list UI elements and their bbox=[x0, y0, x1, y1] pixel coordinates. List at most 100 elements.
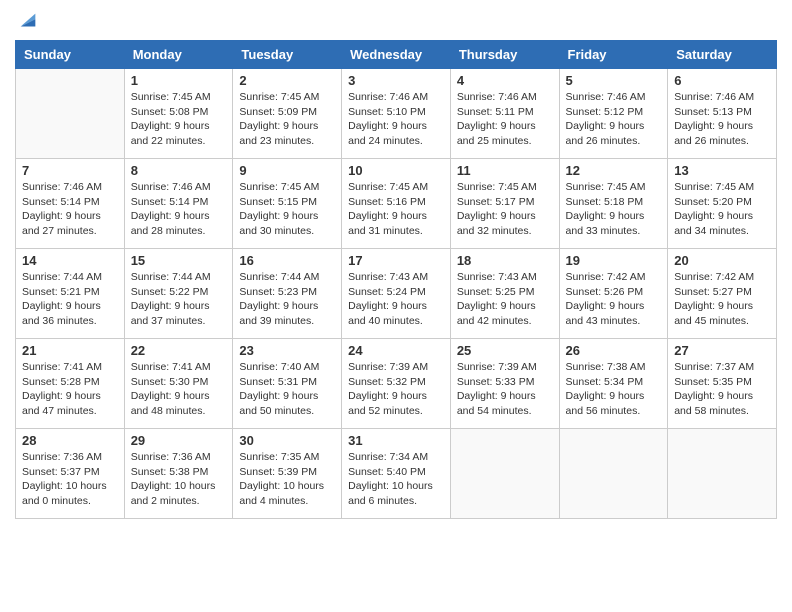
sunset-text: Sunset: 5:38 PM bbox=[131, 466, 209, 478]
calendar-cell bbox=[559, 429, 668, 519]
sunrise-text: Sunrise: 7:39 AM bbox=[457, 361, 537, 373]
day-number: 21 bbox=[22, 343, 118, 358]
calendar-week-row: 7Sunrise: 7:46 AMSunset: 5:14 PMDaylight… bbox=[16, 159, 777, 249]
sunrise-text: Sunrise: 7:36 AM bbox=[131, 451, 211, 463]
day-number: 14 bbox=[22, 253, 118, 268]
daylight-text: Daylight: 9 hours and 23 minutes. bbox=[239, 120, 318, 147]
sunrise-text: Sunrise: 7:46 AM bbox=[348, 91, 428, 103]
sunset-text: Sunset: 5:24 PM bbox=[348, 286, 426, 298]
day-info: Sunrise: 7:40 AM Sunset: 5:31 PM Daylight:… bbox=[239, 360, 335, 419]
sunrise-text: Sunrise: 7:44 AM bbox=[131, 271, 211, 283]
sunset-text: Sunset: 5:28 PM bbox=[22, 376, 100, 388]
day-number: 8 bbox=[131, 163, 227, 178]
calendar-cell: 3Sunrise: 7:46 AMSunset: 5:10 PMDaylight… bbox=[342, 69, 451, 159]
daylight-text: Daylight: 9 hours and 43 minutes. bbox=[566, 300, 645, 327]
day-info: Sunrise: 7:46 AMSunset: 5:13 PMDaylight:… bbox=[674, 90, 770, 149]
sunset-text: Sunset: 5:25 PM bbox=[457, 286, 535, 298]
daylight-text: Daylight: 9 hours and 37 minutes. bbox=[131, 300, 210, 327]
sunset-text: Sunset: 5:12 PM bbox=[566, 106, 644, 118]
day-info: Sunrise: 7:45 AMSunset: 5:18 PMDaylight:… bbox=[566, 180, 662, 239]
calendar-cell bbox=[16, 69, 125, 159]
day-number: 31 bbox=[348, 433, 444, 448]
calendar-cell: 29Sunrise: 7:36 AMSunset: 5:38 PMDayligh… bbox=[124, 429, 233, 519]
day-info: Sunrise: 7:42 AMSunset: 5:26 PMDaylight:… bbox=[566, 270, 662, 329]
day-info: Sunrise: 7:43 AMSunset: 5:25 PMDaylight:… bbox=[457, 270, 553, 329]
day-number: 28 bbox=[22, 433, 118, 448]
daylight-text: Daylight: 9 hours and 22 minutes. bbox=[131, 120, 210, 147]
daylight-text: Daylight: 9 hours and 45 minutes. bbox=[674, 300, 753, 327]
day-info: Sunrise: 7:44 AM Sunset: 5:21 PM Daylight:… bbox=[22, 270, 118, 329]
sunset-text: Sunset: 5:09 PM bbox=[239, 106, 317, 118]
calendar-cell: 9Sunrise: 7:45 AMSunset: 5:15 PMDaylight… bbox=[233, 159, 342, 249]
day-number: 29 bbox=[131, 433, 227, 448]
day-number: 26 bbox=[566, 343, 662, 358]
daylight-text: Daylight: 9 hours and 25 minutes. bbox=[457, 120, 536, 147]
calendar-table: SundayMondayTuesdayWednesdayThursdayFrid… bbox=[15, 40, 777, 519]
day-number: 3 bbox=[348, 73, 444, 88]
sunset-text: Sunset: 5:13 PM bbox=[674, 106, 752, 118]
weekday-header-wednesday: Wednesday bbox=[342, 41, 451, 69]
sunset-text: Sunset: 5:21 PM bbox=[22, 286, 100, 298]
page-header bbox=[15, 10, 777, 32]
sunrise-text: Sunrise: 7:46 AM bbox=[457, 91, 537, 103]
day-number: 9 bbox=[239, 163, 335, 178]
sunset-text: Sunset: 5:15 PM bbox=[239, 196, 317, 208]
calendar-cell: 23 Sunrise: 7:40 AM Sunset: 5:31 PM Dayligh… bbox=[233, 339, 342, 429]
sunset-text: Sunset: 5:14 PM bbox=[131, 196, 209, 208]
calendar-cell: 30Sunrise: 7:35 AMSunset: 5:39 PMDayligh… bbox=[233, 429, 342, 519]
calendar-week-row: 21 Sunrise: 7:41 AMSunset: 5:28 PMDayligh… bbox=[16, 339, 777, 429]
sunset-text: Sunset: 5:16 PM bbox=[348, 196, 426, 208]
sunset-text: Sunset: 5:14 PM bbox=[22, 196, 100, 208]
sunset-text: Sunset: 5:10 PM bbox=[348, 106, 426, 118]
calendar-cell: 8Sunrise: 7:46 AMSunset: 5:14 PMDaylight… bbox=[124, 159, 233, 249]
calendar-cell bbox=[450, 429, 559, 519]
day-number: 19 bbox=[566, 253, 662, 268]
daylight-text: Daylight: 9 hours and 34 minutes. bbox=[674, 210, 753, 237]
calendar-week-row: 28Sunrise: 7:36 AMSunset: 5:37 PMDayligh… bbox=[16, 429, 777, 519]
daylight-text: Daylight: 9 hours and 32 minutes. bbox=[457, 210, 536, 237]
day-info: Sunrise: 7:42 AMSunset: 5:27 PMDaylight:… bbox=[674, 270, 770, 329]
calendar-cell: 7Sunrise: 7:46 AMSunset: 5:14 PMDaylight… bbox=[16, 159, 125, 249]
day-number: 25 bbox=[457, 343, 553, 358]
weekday-header-friday: Friday bbox=[559, 41, 668, 69]
day-info: Sunrise: 7:45 AMSunset: 5:16 PMDaylight:… bbox=[348, 180, 444, 239]
daylight-text: Daylight: 10 hours and 4 minutes. bbox=[239, 480, 324, 507]
sunset-text: Sunset: 5:31 PM bbox=[239, 376, 317, 388]
sunset-text: Sunset: 5:11 PM bbox=[457, 106, 534, 118]
day-number: 5 bbox=[566, 73, 662, 88]
day-number: 17 bbox=[348, 253, 444, 268]
weekday-header-monday: Monday bbox=[124, 41, 233, 69]
day-info: Sunrise: 7:44 AMSunset: 5:23 PMDaylight:… bbox=[239, 270, 335, 329]
daylight-text: Daylight: 9 hours and 36 minutes. bbox=[22, 300, 101, 327]
sunrise-text: Sunrise: 7:45 AM bbox=[457, 181, 537, 193]
calendar-cell: 5Sunrise: 7:46 AMSunset: 5:12 PMDaylight… bbox=[559, 69, 668, 159]
calendar-cell: 12 Sunrise: 7:45 AMSunset: 5:18 PMDayligh… bbox=[559, 159, 668, 249]
calendar-cell: 20Sunrise: 7:42 AMSunset: 5:27 PMDayligh… bbox=[668, 249, 777, 339]
day-info: Sunrise: 7:45 AMSunset: 5:09 PMDaylight:… bbox=[239, 90, 335, 149]
weekday-header-sunday: Sunday bbox=[16, 41, 125, 69]
daylight-text: Daylight: 9 hours and 50 minutes. bbox=[239, 390, 318, 417]
sunrise-text: Sunrise: 7:40 AM bbox=[239, 361, 319, 373]
day-info: Sunrise: 7:45 AMSunset: 5:08 PMDaylight:… bbox=[131, 90, 227, 149]
calendar-cell: 1 Sunrise: 7:45 AMSunset: 5:08 PMDaylight… bbox=[124, 69, 233, 159]
sunrise-text: Sunrise: 7:42 AM bbox=[566, 271, 646, 283]
day-number: 1 bbox=[131, 73, 227, 88]
day-info: Sunrise: 7:41 AMSunset: 5:28 PMDaylight:… bbox=[22, 360, 118, 419]
calendar-week-row: 14 Sunrise: 7:44 AM Sunset: 5:21 PM Dayligh… bbox=[16, 249, 777, 339]
day-info: Sunrise: 7:38 AMSunset: 5:34 PMDaylight:… bbox=[566, 360, 662, 419]
sunrise-text: Sunrise: 7:44 AM bbox=[239, 271, 319, 283]
sunrise-text: Sunrise: 7:44 AM bbox=[22, 271, 102, 283]
sunset-text: Sunset: 5:08 PM bbox=[131, 106, 209, 118]
day-number: 12 bbox=[566, 163, 662, 178]
sunset-text: Sunset: 5:18 PM bbox=[566, 196, 644, 208]
daylight-text: Daylight: 9 hours and 28 minutes. bbox=[131, 210, 210, 237]
sunset-text: Sunset: 5:33 PM bbox=[457, 376, 535, 388]
weekday-header-thursday: Thursday bbox=[450, 41, 559, 69]
day-info: Sunrise: 7:45 AMSunset: 5:20 PMDaylight:… bbox=[674, 180, 770, 239]
daylight-text: Daylight: 9 hours and 54 minutes. bbox=[457, 390, 536, 417]
sunset-text: Sunset: 5:17 PM bbox=[457, 196, 535, 208]
sunrise-text: Sunrise: 7:45 AM bbox=[348, 181, 428, 193]
day-number: 23 bbox=[239, 343, 335, 358]
sunrise-text: Sunrise: 7:43 AM bbox=[348, 271, 428, 283]
calendar-cell: 25 Sunrise: 7:39 AM Sunset: 5:33 PM Dayligh… bbox=[450, 339, 559, 429]
